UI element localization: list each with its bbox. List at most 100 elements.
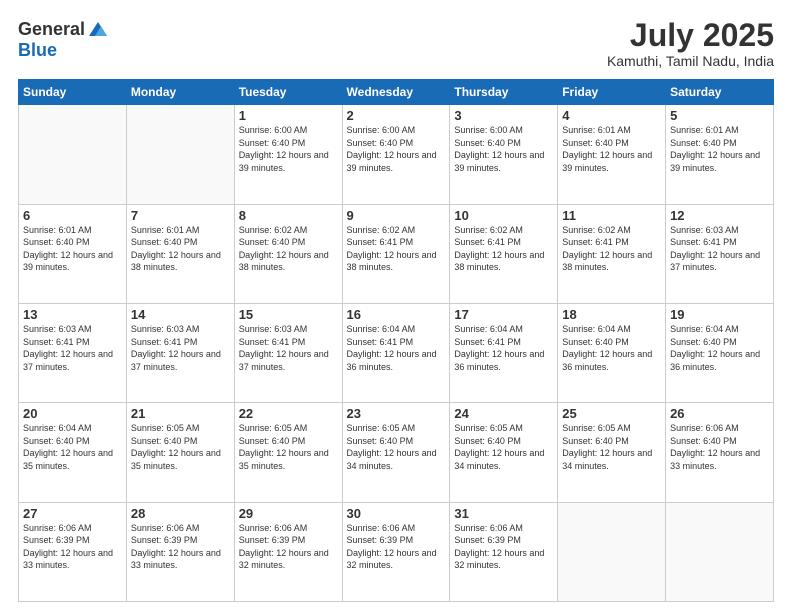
day-info: Sunrise: 6:06 AMSunset: 6:39 PMDaylight:… bbox=[347, 522, 446, 572]
day-info: Sunrise: 6:01 AMSunset: 6:40 PMDaylight:… bbox=[131, 224, 230, 274]
day-info: Sunrise: 6:06 AMSunset: 6:39 PMDaylight:… bbox=[131, 522, 230, 572]
day-info: Sunrise: 6:03 AMSunset: 6:41 PMDaylight:… bbox=[670, 224, 769, 274]
calendar-cell: 13Sunrise: 6:03 AMSunset: 6:41 PMDayligh… bbox=[19, 303, 127, 402]
day-info: Sunrise: 6:01 AMSunset: 6:40 PMDaylight:… bbox=[23, 224, 122, 274]
calendar-cell: 1Sunrise: 6:00 AMSunset: 6:40 PMDaylight… bbox=[234, 105, 342, 204]
calendar-cell bbox=[126, 105, 234, 204]
month-title: July 2025 bbox=[607, 18, 774, 53]
day-number: 24 bbox=[454, 406, 553, 421]
day-info: Sunrise: 6:00 AMSunset: 6:40 PMDaylight:… bbox=[239, 124, 338, 174]
calendar-cell: 19Sunrise: 6:04 AMSunset: 6:40 PMDayligh… bbox=[666, 303, 774, 402]
day-info: Sunrise: 6:04 AMSunset: 6:41 PMDaylight:… bbox=[347, 323, 446, 373]
day-info: Sunrise: 6:00 AMSunset: 6:40 PMDaylight:… bbox=[347, 124, 446, 174]
page: General Blue July 2025 Kamuthi, Tamil Na… bbox=[0, 0, 792, 612]
calendar-cell: 17Sunrise: 6:04 AMSunset: 6:41 PMDayligh… bbox=[450, 303, 558, 402]
day-number: 27 bbox=[23, 506, 122, 521]
day-number: 18 bbox=[562, 307, 661, 322]
location: Kamuthi, Tamil Nadu, India bbox=[607, 53, 774, 69]
calendar-cell: 7Sunrise: 6:01 AMSunset: 6:40 PMDaylight… bbox=[126, 204, 234, 303]
day-info: Sunrise: 6:03 AMSunset: 6:41 PMDaylight:… bbox=[239, 323, 338, 373]
day-number: 2 bbox=[347, 108, 446, 123]
calendar-cell: 23Sunrise: 6:05 AMSunset: 6:40 PMDayligh… bbox=[342, 403, 450, 502]
day-info: Sunrise: 6:00 AMSunset: 6:40 PMDaylight:… bbox=[454, 124, 553, 174]
day-number: 31 bbox=[454, 506, 553, 521]
day-info: Sunrise: 6:03 AMSunset: 6:41 PMDaylight:… bbox=[131, 323, 230, 373]
day-info: Sunrise: 6:06 AMSunset: 6:39 PMDaylight:… bbox=[23, 522, 122, 572]
logo-general: General bbox=[18, 19, 85, 40]
day-number: 21 bbox=[131, 406, 230, 421]
day-number: 29 bbox=[239, 506, 338, 521]
day-number: 6 bbox=[23, 208, 122, 223]
day-info: Sunrise: 6:02 AMSunset: 6:40 PMDaylight:… bbox=[239, 224, 338, 274]
day-number: 10 bbox=[454, 208, 553, 223]
day-info: Sunrise: 6:04 AMSunset: 6:40 PMDaylight:… bbox=[562, 323, 661, 373]
calendar-header-row: Sunday Monday Tuesday Wednesday Thursday… bbox=[19, 80, 774, 105]
day-number: 12 bbox=[670, 208, 769, 223]
day-number: 11 bbox=[562, 208, 661, 223]
day-number: 7 bbox=[131, 208, 230, 223]
day-info: Sunrise: 6:06 AMSunset: 6:40 PMDaylight:… bbox=[670, 422, 769, 472]
day-info: Sunrise: 6:05 AMSunset: 6:40 PMDaylight:… bbox=[454, 422, 553, 472]
day-info: Sunrise: 6:06 AMSunset: 6:39 PMDaylight:… bbox=[239, 522, 338, 572]
calendar-cell: 2Sunrise: 6:00 AMSunset: 6:40 PMDaylight… bbox=[342, 105, 450, 204]
logo: General Blue bbox=[18, 18, 109, 61]
header: General Blue July 2025 Kamuthi, Tamil Na… bbox=[18, 18, 774, 69]
day-number: 5 bbox=[670, 108, 769, 123]
col-wednesday: Wednesday bbox=[342, 80, 450, 105]
calendar-cell: 6Sunrise: 6:01 AMSunset: 6:40 PMDaylight… bbox=[19, 204, 127, 303]
day-info: Sunrise: 6:01 AMSunset: 6:40 PMDaylight:… bbox=[562, 124, 661, 174]
day-info: Sunrise: 6:04 AMSunset: 6:40 PMDaylight:… bbox=[670, 323, 769, 373]
day-number: 3 bbox=[454, 108, 553, 123]
col-sunday: Sunday bbox=[19, 80, 127, 105]
calendar-cell: 27Sunrise: 6:06 AMSunset: 6:39 PMDayligh… bbox=[19, 502, 127, 601]
day-number: 25 bbox=[562, 406, 661, 421]
calendar-cell: 30Sunrise: 6:06 AMSunset: 6:39 PMDayligh… bbox=[342, 502, 450, 601]
day-info: Sunrise: 6:05 AMSunset: 6:40 PMDaylight:… bbox=[239, 422, 338, 472]
day-info: Sunrise: 6:04 AMSunset: 6:40 PMDaylight:… bbox=[23, 422, 122, 472]
day-number: 19 bbox=[670, 307, 769, 322]
calendar-cell: 10Sunrise: 6:02 AMSunset: 6:41 PMDayligh… bbox=[450, 204, 558, 303]
calendar-cell bbox=[19, 105, 127, 204]
col-friday: Friday bbox=[558, 80, 666, 105]
day-number: 14 bbox=[131, 307, 230, 322]
calendar-week-row: 13Sunrise: 6:03 AMSunset: 6:41 PMDayligh… bbox=[19, 303, 774, 402]
calendar-week-row: 1Sunrise: 6:00 AMSunset: 6:40 PMDaylight… bbox=[19, 105, 774, 204]
calendar-cell: 14Sunrise: 6:03 AMSunset: 6:41 PMDayligh… bbox=[126, 303, 234, 402]
calendar-cell: 24Sunrise: 6:05 AMSunset: 6:40 PMDayligh… bbox=[450, 403, 558, 502]
calendar-cell: 28Sunrise: 6:06 AMSunset: 6:39 PMDayligh… bbox=[126, 502, 234, 601]
day-number: 26 bbox=[670, 406, 769, 421]
day-info: Sunrise: 6:02 AMSunset: 6:41 PMDaylight:… bbox=[562, 224, 661, 274]
calendar-cell: 12Sunrise: 6:03 AMSunset: 6:41 PMDayligh… bbox=[666, 204, 774, 303]
day-number: 16 bbox=[347, 307, 446, 322]
day-number: 9 bbox=[347, 208, 446, 223]
logo-icon bbox=[87, 18, 109, 40]
day-info: Sunrise: 6:02 AMSunset: 6:41 PMDaylight:… bbox=[347, 224, 446, 274]
day-info: Sunrise: 6:05 AMSunset: 6:40 PMDaylight:… bbox=[347, 422, 446, 472]
calendar-cell: 3Sunrise: 6:00 AMSunset: 6:40 PMDaylight… bbox=[450, 105, 558, 204]
col-monday: Monday bbox=[126, 80, 234, 105]
day-number: 1 bbox=[239, 108, 338, 123]
calendar-week-row: 27Sunrise: 6:06 AMSunset: 6:39 PMDayligh… bbox=[19, 502, 774, 601]
logo-blue: Blue bbox=[18, 40, 57, 61]
calendar-cell: 15Sunrise: 6:03 AMSunset: 6:41 PMDayligh… bbox=[234, 303, 342, 402]
calendar-cell: 26Sunrise: 6:06 AMSunset: 6:40 PMDayligh… bbox=[666, 403, 774, 502]
calendar-week-row: 20Sunrise: 6:04 AMSunset: 6:40 PMDayligh… bbox=[19, 403, 774, 502]
calendar-cell bbox=[558, 502, 666, 601]
day-info: Sunrise: 6:02 AMSunset: 6:41 PMDaylight:… bbox=[454, 224, 553, 274]
day-number: 22 bbox=[239, 406, 338, 421]
calendar-cell: 5Sunrise: 6:01 AMSunset: 6:40 PMDaylight… bbox=[666, 105, 774, 204]
header-right: July 2025 Kamuthi, Tamil Nadu, India bbox=[607, 18, 774, 69]
logo-text: General bbox=[18, 18, 109, 40]
calendar-cell: 25Sunrise: 6:05 AMSunset: 6:40 PMDayligh… bbox=[558, 403, 666, 502]
day-number: 20 bbox=[23, 406, 122, 421]
calendar-cell: 16Sunrise: 6:04 AMSunset: 6:41 PMDayligh… bbox=[342, 303, 450, 402]
day-info: Sunrise: 6:04 AMSunset: 6:41 PMDaylight:… bbox=[454, 323, 553, 373]
day-number: 17 bbox=[454, 307, 553, 322]
col-thursday: Thursday bbox=[450, 80, 558, 105]
calendar-cell: 22Sunrise: 6:05 AMSunset: 6:40 PMDayligh… bbox=[234, 403, 342, 502]
calendar-cell: 18Sunrise: 6:04 AMSunset: 6:40 PMDayligh… bbox=[558, 303, 666, 402]
day-number: 13 bbox=[23, 307, 122, 322]
calendar-table: Sunday Monday Tuesday Wednesday Thursday… bbox=[18, 79, 774, 602]
day-info: Sunrise: 6:06 AMSunset: 6:39 PMDaylight:… bbox=[454, 522, 553, 572]
day-info: Sunrise: 6:03 AMSunset: 6:41 PMDaylight:… bbox=[23, 323, 122, 373]
